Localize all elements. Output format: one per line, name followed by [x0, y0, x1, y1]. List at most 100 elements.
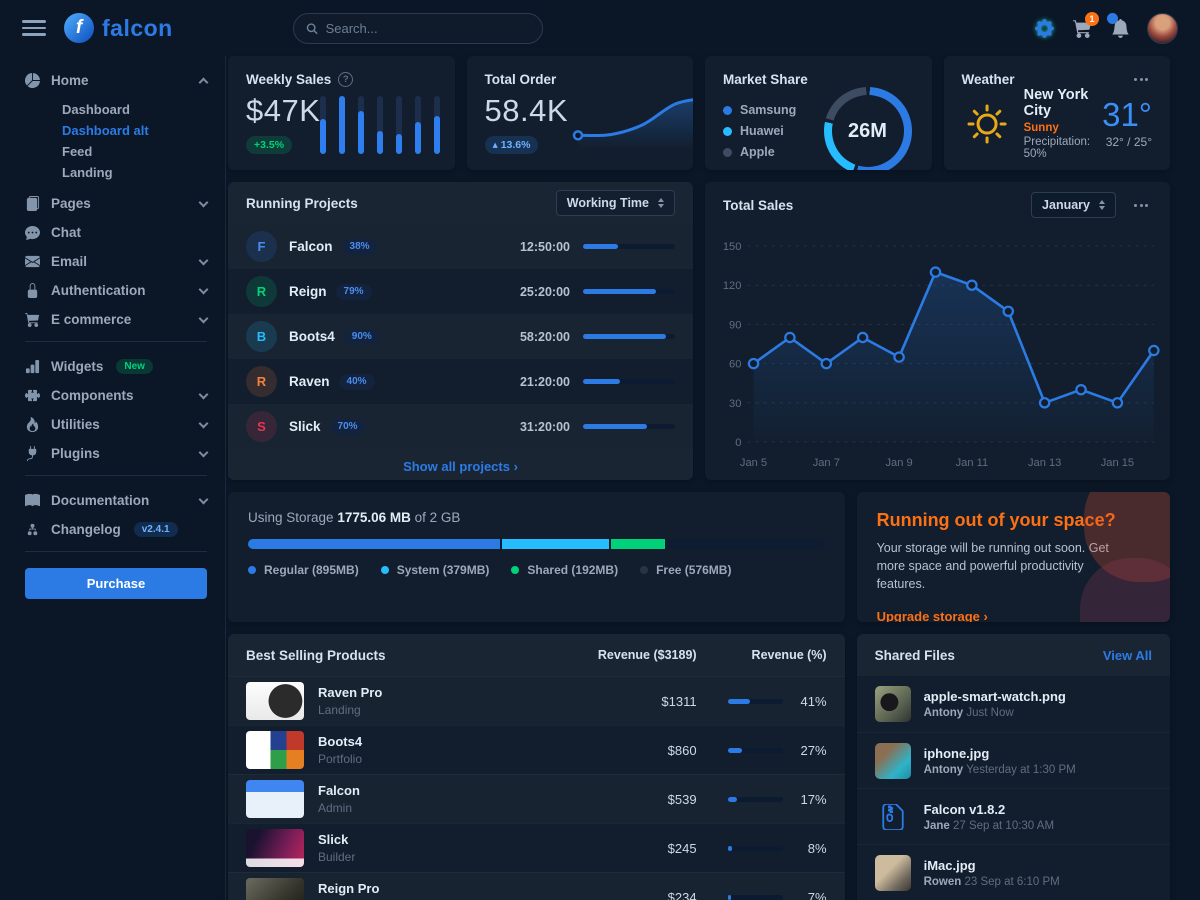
project-time: 25:20:00 [520, 285, 570, 299]
product-row-boots4[interactable]: Boots4 Portfolio $860 27% [228, 725, 845, 774]
weather-temp: 31° [1102, 98, 1152, 131]
shared-file-item[interactable]: iphone.jpg Antony Yesterday at 1:30 PM [857, 732, 1170, 788]
weekly-sales-bar [415, 96, 421, 154]
project-row-reign[interactable]: R Reign 79% 25:20:00 [228, 269, 693, 314]
storage-legend-item: System (379MB) [381, 563, 490, 577]
project-avatar: S [246, 411, 277, 442]
sidebar-item-dashboard[interactable]: Dashboard [25, 99, 207, 120]
plug-icon [25, 446, 40, 461]
sidebar-item-chat[interactable]: Chat [25, 222, 207, 243]
cart-icon [25, 312, 40, 327]
product-thumbnail [246, 780, 304, 818]
sidebar-item-documentation[interactable]: Documentation [25, 490, 207, 511]
file-author: Antony [924, 764, 964, 776]
sidebar-item-e-commerce[interactable]: E commerce [25, 309, 207, 330]
sidebar-item-label: Widgets [51, 359, 103, 374]
svg-text:150: 150 [723, 241, 742, 253]
sidebar-nav: Home DashboardDashboard altFeedLanding P… [0, 56, 226, 900]
weekly-sales-bar [339, 96, 345, 154]
project-row-boots4[interactable]: B Boots4 90% 58:20:00 [228, 314, 693, 359]
total-sales-menu-dots-icon[interactable] [1130, 200, 1152, 211]
notification-dot [1107, 13, 1118, 24]
file-thumbnail [875, 686, 911, 722]
project-avatar: R [246, 366, 277, 397]
purchase-button[interactable]: Purchase [25, 568, 207, 599]
upgrade-storage-link[interactable]: Upgrade storage › [877, 609, 988, 622]
sidebar-item-feed[interactable]: Feed [25, 141, 207, 162]
sidebar-item-dashboard-alt[interactable]: Dashboard alt [25, 120, 207, 141]
brand-name: falcon [102, 15, 173, 42]
sidebar-item-label: Changelog [51, 522, 121, 537]
product-revenue-percent: 7% [795, 890, 827, 900]
weather-title: Weather [962, 72, 1015, 87]
project-percent-badge: 79% [336, 284, 372, 300]
cart-icon[interactable]: 1 [1071, 17, 1093, 39]
product-revenue-bar [728, 846, 783, 851]
storage-legend: Regular (895MB)System (379MB)Shared (192… [248, 563, 825, 577]
market-share-total: 26M [848, 120, 887, 143]
file-thumbnail [875, 743, 911, 779]
sidebar-item-components[interactable]: Components [25, 385, 207, 406]
product-row-slick[interactable]: Slick Builder $245 8% [228, 823, 845, 872]
shared-file-item[interactable]: Falcon v1.8.2 Jane 27 Sep at 10:30 AM [857, 788, 1170, 844]
total-order-line-chart [568, 87, 693, 154]
sidebar-item-pages[interactable]: Pages [25, 193, 207, 214]
show-all-projects-link[interactable]: Show all projects › [403, 459, 518, 474]
weekly-sales-title: Weekly Sales [246, 72, 331, 87]
settings-gear-icon[interactable] [1033, 17, 1055, 39]
brand-logo[interactable]: f falcon [64, 13, 173, 43]
product-row-raven-pro[interactable]: Raven Pro Landing $1311 41% [228, 676, 845, 725]
sidebar-item-home[interactable]: Home [25, 70, 207, 91]
project-name: Falcon [289, 239, 333, 254]
project-avatar: F [246, 231, 277, 262]
product-price: $1311 [617, 694, 697, 709]
market-share-legend: SamsungHuaweiApple [723, 103, 796, 159]
search-input[interactable] [293, 13, 543, 44]
product-row-reign-pro[interactable]: Reign Pro Agency $234 7% [228, 872, 845, 900]
view-all-link[interactable]: View All [1103, 648, 1152, 663]
book-icon [25, 493, 40, 508]
pages-icon [25, 196, 40, 211]
svg-text:Jan 11: Jan 11 [956, 457, 989, 469]
product-price: $860 [617, 743, 697, 758]
month-select[interactable]: January [1031, 192, 1116, 218]
sidebar-item-utilities[interactable]: Utilities [25, 414, 207, 435]
svg-text:Jan 13: Jan 13 [1028, 457, 1061, 469]
sidebar-badge: New [116, 359, 153, 374]
svg-text:Jan 15: Jan 15 [1101, 457, 1134, 469]
file-name: apple-smart-watch.png [924, 689, 1066, 704]
sidebar-item-plugins[interactable]: Plugins [25, 443, 207, 464]
project-row-raven[interactable]: R Raven 40% 21:20:00 [228, 359, 693, 404]
sidebar-item-label: Chat [51, 225, 81, 240]
project-percent-badge: 70% [330, 419, 366, 435]
chevron-down-icon [199, 447, 209, 457]
storage-progress-bar [248, 539, 825, 549]
product-thumbnail [246, 682, 304, 720]
storage-segment [502, 539, 609, 549]
project-time: 58:20:00 [520, 330, 570, 344]
project-row-falcon[interactable]: F Falcon 38% 12:50:00 [228, 224, 693, 269]
weather-menu-dots-icon[interactable] [1130, 74, 1152, 85]
search-field[interactable] [326, 21, 530, 36]
sidebar-item-changelog[interactable]: Changelog v2.4.1 [25, 519, 207, 540]
project-avatar: B [246, 321, 277, 352]
shared-file-item[interactable]: apple-smart-watch.png Antony Just Now [857, 676, 1170, 732]
sidebar-item-email[interactable]: Email [25, 251, 207, 272]
help-icon[interactable]: ? [338, 72, 353, 87]
legend-item: Huawei [723, 124, 796, 138]
project-row-slick[interactable]: S Slick 70% 31:20:00 [228, 404, 693, 449]
sidebar-item-authentication[interactable]: Authentication [25, 280, 207, 301]
sidebar-item-widgets[interactable]: Widgets New [25, 356, 207, 377]
sidebar-item-landing[interactable]: Landing [25, 162, 207, 183]
product-row-falcon[interactable]: Falcon Admin $539 17% [228, 774, 845, 823]
user-avatar[interactable] [1147, 13, 1178, 44]
market-share-donut-chart: 26M [824, 87, 912, 170]
zip-file-icon [875, 799, 911, 835]
working-time-select[interactable]: Working Time [556, 190, 675, 216]
total-order-title: Total Order [485, 72, 557, 87]
shared-file-item[interactable]: iMac.jpg Rowen 23 Sep at 6:10 PM [857, 844, 1170, 900]
hamburger-menu-icon[interactable] [22, 20, 46, 36]
sidebar-divider [25, 475, 207, 476]
notifications-bell-icon[interactable] [1109, 17, 1131, 39]
svg-text:90: 90 [729, 319, 741, 331]
